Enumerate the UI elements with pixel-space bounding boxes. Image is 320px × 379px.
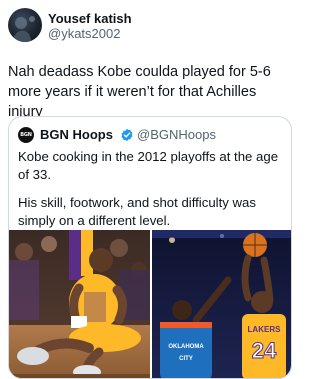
avatar[interactable] xyxy=(8,8,42,42)
avatar-image xyxy=(12,16,35,42)
verified-badge-icon xyxy=(121,128,133,142)
quoted-paragraph-2: His skill, footwork, and shot difficulty… xyxy=(18,195,256,228)
jump-shot-photo[interactable]: LAKERS 24 OKLAHOMA CITY xyxy=(152,230,291,378)
quoted-tweet-text: Kobe cooking in the 2012 playoffs at the… xyxy=(18,148,282,230)
quoted-tweet-header: BGN BGN Hoops @BGNHoops xyxy=(18,126,288,144)
lakers-jersey-text: LAKERS xyxy=(248,325,282,334)
user-handle[interactable]: @ykats2002 xyxy=(48,26,132,42)
display-name[interactable]: Yousef katish xyxy=(48,11,132,26)
tweet-text: Nah deadass Kobe coulda played for 5-6 m… xyxy=(8,64,271,120)
quoted-user-handle[interactable]: @BGNHoops xyxy=(137,127,216,143)
bgn-logo-icon: BGN xyxy=(18,127,34,143)
quoted-display-name[interactable]: BGN Hoops xyxy=(40,127,113,143)
tweet-header: Yousef katish @ykats2002 xyxy=(8,8,292,44)
jersey-number: 24 xyxy=(252,338,277,363)
quoted-paragraph-1: Kobe cooking in the 2012 playoffs at the… xyxy=(18,149,279,182)
injured-player-photo[interactable] xyxy=(9,230,150,378)
svg-text:CITY: CITY xyxy=(179,356,193,362)
media-grid: LAKERS 24 OKLAHOMA CITY xyxy=(9,230,291,378)
quoted-tweet-card[interactable]: BGN BGN Hoops @BGNHoops Kobe cooking in … xyxy=(8,116,292,379)
svg-text:OKLAHOMA: OKLAHOMA xyxy=(168,344,204,350)
